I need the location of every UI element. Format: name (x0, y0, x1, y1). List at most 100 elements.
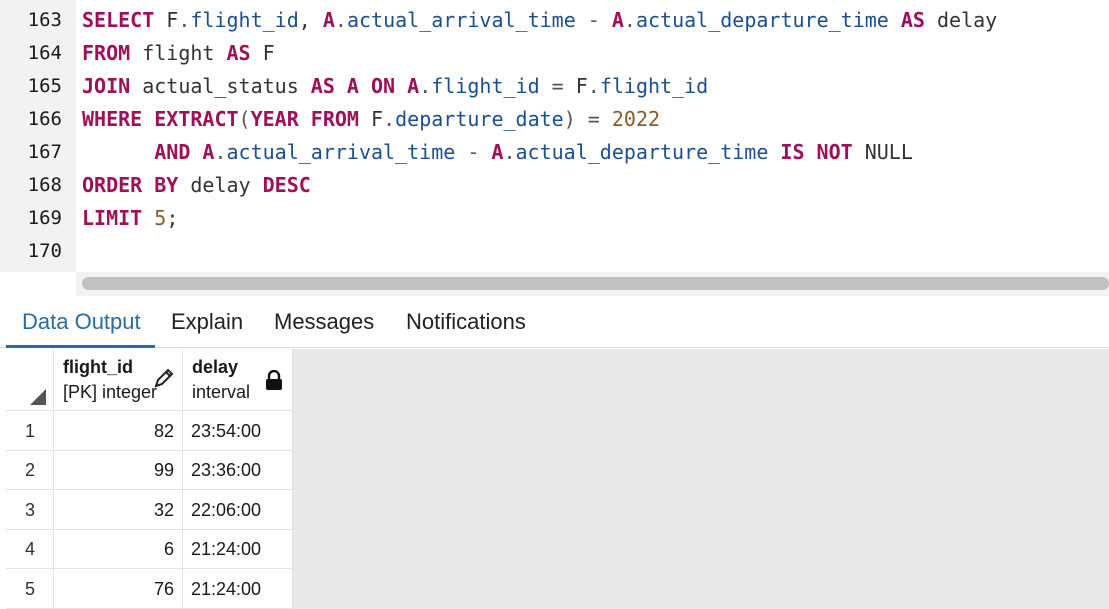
code-token: AS (310, 74, 335, 98)
code-token: actual_departure_time (515, 140, 769, 164)
code-token: LIMIT (82, 206, 143, 230)
active-tab-indicator (6, 345, 155, 348)
code-token: - (575, 8, 612, 32)
line-number: 165 (27, 75, 62, 97)
cell-value: 23:54:00 (191, 421, 262, 441)
row-number-cell[interactable]: 5 (6, 569, 54, 609)
code-token: A (611, 8, 624, 32)
table-cell-flight-id[interactable]: 32 (54, 490, 183, 530)
cell-value: 21:24:00 (191, 579, 262, 599)
column-type: [PK] integer (63, 382, 158, 402)
code-token: = (575, 107, 612, 131)
code-token: EXTRACT (142, 107, 239, 131)
row-number-cell[interactable]: 1 (6, 411, 54, 451)
code-token: flight_id (599, 74, 709, 98)
lock-icon (266, 370, 282, 390)
code-token: delay (924, 8, 998, 32)
code-token: . (334, 8, 347, 32)
code-token: . (214, 140, 227, 164)
code-token: flight (130, 41, 227, 65)
line-number: 164 (27, 42, 62, 64)
table-cell-delay[interactable]: 21:24:00 (183, 569, 293, 609)
code-token: = (539, 74, 576, 98)
code-token: F (575, 74, 588, 98)
cell-value: 23:36:00 (191, 460, 262, 480)
cell-value: 21:24:00 (191, 539, 262, 559)
table-cell-delay[interactable]: 23:54:00 (183, 411, 293, 451)
code-token: WHERE (82, 107, 143, 131)
column-header-delay[interactable]: delay interval (183, 349, 293, 411)
table-cell-flight-id[interactable]: 6 (54, 530, 183, 569)
table-cell-delay[interactable]: 22:06:00 (183, 490, 293, 530)
line-number-gutter: 163 164 165 166 167 168 169 170 (0, 0, 76, 272)
code-line: FROM flight AS F (82, 37, 275, 70)
table-cell-delay[interactable]: 21:24:00 (183, 530, 293, 569)
row-number: 1 (24, 421, 35, 441)
code-token: flight_id (431, 74, 540, 98)
tab-messages[interactable]: Messages (274, 296, 374, 348)
code-token: ORDER (82, 173, 143, 197)
table-cell-flight-id[interactable]: 82 (54, 411, 183, 451)
row-number: 2 (24, 460, 35, 480)
code-line: JOIN actual_status AS A ON A.flight_id =… (82, 70, 708, 103)
code-token: NOT (804, 140, 853, 164)
code-token: 5 (142, 206, 167, 230)
pencil-icon[interactable] (153, 367, 175, 389)
code-token: FROM (82, 41, 131, 65)
code-token: NULL (852, 140, 913, 164)
row-number: 4 (24, 539, 35, 559)
select-all-corner[interactable] (6, 349, 54, 411)
line-number: 163 (27, 9, 62, 31)
column-header-flight-id[interactable]: flight_id [PK] integer (54, 349, 183, 411)
code-token: ON (371, 74, 396, 98)
row-number: 5 (24, 579, 35, 599)
code-token: A (491, 140, 504, 164)
code-token: delay (178, 173, 263, 197)
data-output-grid: flight_id [PK] integer delay interval 1 … (6, 349, 1109, 609)
code-token: SELECT (82, 8, 155, 32)
code-token: . (503, 140, 516, 164)
sql-editor[interactable]: 163 164 165 166 167 168 169 170 SELECT F… (0, 0, 1109, 272)
code-token: ) (563, 107, 576, 131)
code-token: , (298, 8, 323, 32)
code-token: departure_date (395, 107, 564, 131)
code-token: A (395, 74, 420, 98)
row-number-cell[interactable]: 4 (6, 530, 54, 569)
cell-value: 22:06:00 (191, 500, 262, 520)
code-token: . (419, 74, 432, 98)
code-token: actual_departure_time (635, 8, 889, 32)
row-number-cell[interactable]: 2 (6, 451, 54, 490)
code-token: F (250, 41, 275, 65)
code-token: F (154, 8, 179, 32)
code-token: A (334, 74, 372, 98)
table-cell-flight-id[interactable]: 99 (54, 451, 183, 490)
code-token: FROM (298, 107, 359, 131)
code-line: WHERE EXTRACT(YEAR FROM F.departure_date… (82, 103, 660, 136)
cell-value: 32 (153, 500, 174, 520)
code-token: ( (238, 107, 251, 131)
horizontal-scrollbar-thumb[interactable] (82, 277, 1109, 290)
code-token: . (383, 107, 396, 131)
cell-value: 82 (153, 421, 174, 441)
code-token: - (455, 140, 492, 164)
code-token: AND (82, 140, 191, 164)
tab-notifications[interactable]: Notifications (406, 296, 526, 348)
code-token: . (623, 8, 636, 32)
code-token: JOIN (82, 74, 131, 98)
line-number: 170 (27, 240, 62, 262)
code-token: DESC (262, 173, 311, 197)
code-token: AS (226, 41, 251, 65)
code-line: LIMIT 5; (82, 202, 178, 235)
output-tabs: Data Output Explain Messages Notificatio… (0, 296, 1109, 348)
column-type: interval (192, 382, 251, 402)
table-cell-flight-id[interactable]: 76 (54, 569, 183, 609)
tab-data-output[interactable]: Data Output (22, 296, 141, 348)
table-cell-delay[interactable]: 23:36:00 (183, 451, 293, 490)
code-token: . (587, 74, 600, 98)
row-number-cell[interactable]: 3 (6, 490, 54, 530)
line-number: 166 (27, 108, 62, 130)
code-token: . (178, 8, 191, 32)
column-name: flight_id (63, 357, 133, 377)
tab-explain[interactable]: Explain (171, 296, 243, 348)
code-token: A (190, 140, 215, 164)
